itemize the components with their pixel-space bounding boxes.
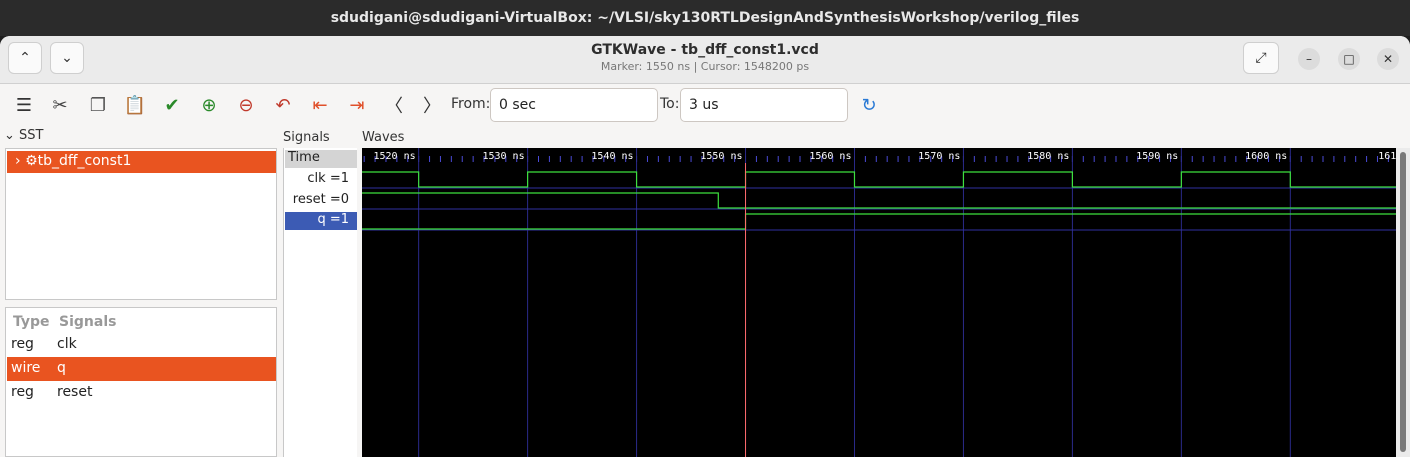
tree-expand-icon: ›: [15, 153, 21, 169]
select-all-icon: ✔: [164, 94, 180, 116]
tree-item-label: tb_dff_const1: [37, 153, 132, 169]
menu-button[interactable]: ☰: [10, 92, 38, 118]
toolbar: ☰ ✂ ❐ 📋 ✔ ⊕ ⊖ ↶ ⇤ ⇥ 〈 〉 From: 0 sec To: …: [0, 84, 1410, 128]
reset-waveform: [362, 192, 1396, 209]
zoom-in-icon: ⊕: [201, 94, 217, 116]
next-edge-icon: 〉: [423, 96, 441, 117]
chevron-up-icon: ⌃: [19, 50, 31, 66]
chevron-down-icon: ⌄: [61, 50, 73, 66]
time-tick-label: 1540 ns: [591, 151, 633, 162]
window-title: GTKWave - tb_dff_const1.vcd: [591, 42, 819, 58]
zoom-to-end-icon: ⇥: [349, 94, 365, 116]
signal-row-q[interactable]: q =1: [285, 212, 357, 230]
sst-tree: › ⚙tb_dff_const1: [5, 148, 277, 300]
sst-label: SST: [19, 128, 44, 143]
undo-zoom-button[interactable]: ↶: [269, 92, 297, 118]
time-tick-label: 1560 ns: [809, 151, 851, 162]
zoom-to-start-button[interactable]: ⇤: [306, 92, 334, 118]
fullscreen-button[interactable]: ⤢: [1243, 42, 1279, 74]
cut-icon: ✂: [52, 94, 68, 116]
to-label: To:: [660, 96, 680, 112]
to-field[interactable]: 3 us: [680, 88, 848, 122]
copy-icon: ❐: [89, 94, 107, 116]
time-tick-label: 1570 ns: [918, 151, 960, 162]
scroll-down-button[interactable]: ⌄: [50, 42, 84, 74]
signal-row-reset[interactable]: reset =0: [285, 192, 357, 210]
reload-button[interactable]: ↻: [855, 92, 883, 118]
close-button[interactable]: ✕: [1377, 48, 1399, 70]
prev-edge-button[interactable]: 〈: [380, 92, 408, 118]
minimize-icon: –: [1306, 52, 1312, 66]
maximize-button[interactable]: □: [1338, 48, 1360, 70]
time-tick-label: 161: [1378, 151, 1396, 162]
os-title: sdudigani@sdudigani-VirtualBox: ~/VLSI/s…: [330, 10, 1080, 26]
gtkwave-window: ⌃ ⌄ GTKWave - tb_dff_const1.vcd Marker: …: [0, 36, 1410, 457]
menu-icon: ☰: [15, 94, 33, 116]
maximize-icon: □: [1343, 52, 1355, 66]
signal-list-row[interactable]: reg reset: [7, 381, 276, 405]
time-tick-label: 1520 ns: [374, 151, 416, 162]
signal-list: Type Signals reg clk wire q reg reset: [5, 307, 277, 457]
paste-button[interactable]: 📋: [121, 92, 149, 118]
header-bar: ⌃ ⌄ GTKWave - tb_dff_const1.vcd Marker: …: [0, 36, 1410, 84]
q-waveform: [362, 213, 1396, 230]
time-tick-label: 1590 ns: [1136, 151, 1178, 162]
from-field[interactable]: 0 sec: [490, 88, 658, 122]
os-title-bar: sdudigani@sdudigani-VirtualBox: ~/VLSI/s…: [0, 0, 1410, 36]
vertical-scrollbar[interactable]: [1396, 148, 1410, 457]
paste-icon: 📋: [123, 94, 147, 116]
type-column-header[interactable]: Type: [13, 314, 50, 330]
signal-name: reset: [57, 384, 93, 400]
select-all-button[interactable]: ✔: [158, 92, 186, 118]
signals-pane-label: Signals: [283, 130, 330, 145]
expand-icon: ⤢: [1255, 50, 1267, 66]
signal-list-row[interactable]: reg clk: [7, 333, 276, 357]
prev-edge-icon: 〈: [385, 96, 403, 117]
undo-zoom-icon: ↶: [275, 94, 291, 116]
signal-row-clk[interactable]: clk =1: [285, 171, 357, 189]
cut-button[interactable]: ✂: [46, 92, 74, 118]
wave-area[interactable]: 1520 ns 1530 ns 1540 ns 1550 ns 1560 ns 1570 …: [362, 148, 1396, 457]
zoom-to-start-icon: ⇤: [312, 94, 328, 116]
minimize-button[interactable]: –: [1298, 48, 1320, 70]
window-subtitle: Marker: 1550 ns | Cursor: 1548200 ps: [600, 60, 810, 73]
clk-waveform: [362, 171, 1396, 188]
waves-pane-label: Waves: [362, 130, 405, 145]
time-tick-label: 1600 ns: [1245, 151, 1287, 162]
copy-button[interactable]: ❐: [84, 92, 112, 118]
time-tick-label: 1530 ns: [482, 151, 524, 162]
sst-expander-icon: ⌄: [4, 128, 15, 143]
signal-name: q: [57, 360, 66, 376]
signal-list-row[interactable]: wire q: [7, 357, 276, 381]
signal-name: clk: [57, 336, 77, 352]
window-title-block: GTKWave - tb_dff_const1.vcd Marker: 1550…: [400, 42, 1010, 73]
module-icon: ⚙: [25, 153, 38, 169]
zoom-to-end-button[interactable]: ⇥: [343, 92, 371, 118]
zoom-in-button[interactable]: ⊕: [195, 92, 223, 118]
signals-pane: Time clk =1 reset =0 q =1: [283, 148, 357, 457]
zoom-out-button[interactable]: ⊖: [232, 92, 260, 118]
signals-column-header[interactable]: Signals: [59, 314, 116, 330]
reload-icon: ↻: [861, 94, 877, 116]
time-tick-label: 1550 ns: [700, 151, 742, 162]
scrollbar-thumb[interactable]: [1400, 152, 1406, 452]
close-icon: ✕: [1382, 52, 1394, 66]
sst-header[interactable]: ⌄ SST: [4, 128, 276, 146]
signal-type: reg: [11, 384, 34, 400]
sst-tree-item[interactable]: › ⚙tb_dff_const1: [7, 151, 276, 173]
signal-type: reg: [11, 336, 34, 352]
time-row: Time: [285, 150, 357, 168]
scroll-up-button[interactable]: ⌃: [8, 42, 42, 74]
waveform-canvas[interactable]: 1520 ns 1530 ns 1540 ns 1550 ns 1560 ns 1570 …: [362, 148, 1396, 457]
next-edge-button[interactable]: 〉: [418, 92, 446, 118]
signal-type: wire: [11, 360, 41, 376]
zoom-out-icon: ⊖: [238, 94, 254, 116]
from-label: From:: [451, 96, 491, 112]
time-tick-label: 1580 ns: [1027, 151, 1069, 162]
